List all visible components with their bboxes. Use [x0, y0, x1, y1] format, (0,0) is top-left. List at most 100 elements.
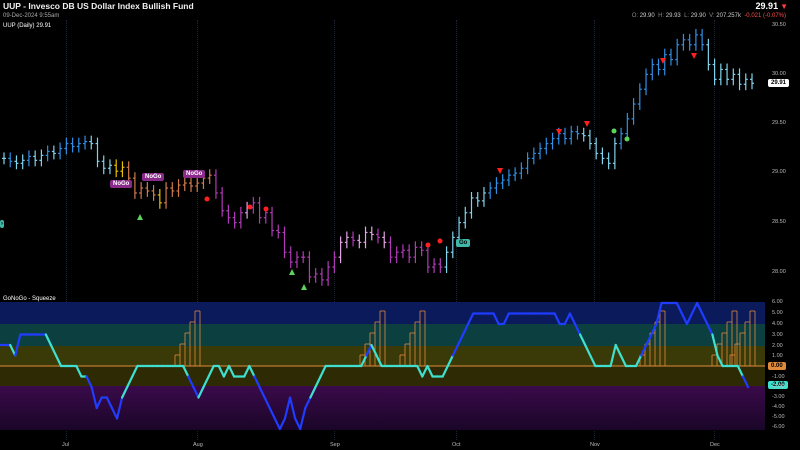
red-triangle-marker: [497, 168, 503, 174]
price-bar: [668, 48, 673, 66]
x-tick-label: Nov: [590, 442, 600, 448]
price-bar: [20, 154, 25, 170]
osc-ytick: 5.00: [772, 310, 783, 316]
green-dot-marker: [611, 128, 617, 134]
price-bar: [189, 177, 193, 192]
price-bar: [2, 152, 6, 165]
price-bar: [450, 231, 455, 259]
price-bar: [226, 204, 231, 224]
price-ytick: 30.50: [772, 22, 786, 28]
price-bar: [718, 63, 723, 86]
price-bar: [469, 191, 474, 219]
osc-ytick: -5.00: [772, 414, 785, 420]
price-bar: [475, 191, 480, 207]
green-triangle-marker: [301, 284, 307, 290]
price-bar: [114, 159, 119, 178]
price-bar: [444, 246, 449, 273]
price-badge: 29.91: [768, 79, 790, 87]
price-bar: [145, 182, 150, 197]
osc-ytick: -6.00: [772, 424, 785, 430]
price-bar: [525, 152, 530, 175]
price-bar: [693, 28, 698, 51]
green-triangle-marker: [137, 214, 143, 220]
red-dot-marker: [425, 242, 431, 248]
price-bar: [506, 169, 511, 187]
price-bar: [58, 142, 63, 160]
price-bar: [650, 58, 655, 81]
price-bar: [407, 244, 412, 264]
price-bar: [294, 251, 299, 269]
price-bar: [656, 58, 661, 76]
price-bar: [120, 161, 125, 178]
price-bar: [706, 38, 711, 71]
price-bar: [569, 125, 574, 145]
red-dot-marker: [263, 206, 269, 212]
price-bar: [64, 137, 69, 155]
price-bar: [400, 244, 405, 259]
price-bar: [357, 234, 362, 249]
price-bar: [563, 127, 567, 145]
green-dot-marker: [624, 136, 630, 142]
price-bar: [594, 137, 599, 160]
price-bar: [319, 268, 324, 286]
price-bar: [413, 241, 418, 264]
price-bar: [176, 179, 181, 197]
price-bar: [338, 236, 343, 264]
x-tick-label: Jul: [62, 442, 70, 448]
price-bar: [164, 182, 169, 209]
price-bar: [425, 244, 430, 273]
price-bar: [725, 63, 730, 86]
osc-ytick: 4.00: [772, 321, 783, 327]
osc-ytick: 3.00: [772, 332, 783, 338]
price-bar: [606, 152, 611, 170]
price-bar: [544, 137, 549, 155]
price-bar: [681, 33, 686, 51]
left-edge-go-badge: ›: [0, 220, 4, 228]
price-bar: [51, 145, 56, 160]
price-bar: [14, 155, 19, 170]
price-bar: [139, 182, 144, 199]
price-bar: [351, 231, 356, 247]
price-bar: [276, 224, 281, 239]
price-bar: [83, 135, 88, 150]
price-bar: [326, 261, 331, 286]
osc-ytick: -1.00: [772, 374, 785, 380]
price-bar: [394, 246, 399, 264]
osc-band-lower: [0, 366, 765, 386]
price-bar: [282, 226, 287, 259]
price-bar: [438, 258, 443, 273]
price-bar: [170, 182, 175, 197]
gonogo-chart: [0, 28, 765, 431]
price-bar: [107, 159, 112, 175]
price-bar: [251, 196, 256, 214]
price-bar: [288, 246, 293, 269]
price-bar: [313, 268, 318, 283]
price-bar: [33, 150, 38, 167]
red-dot-marker: [437, 238, 443, 244]
price-ytick: 28.00: [772, 269, 786, 275]
nogo-label-1: NoGo: [110, 180, 133, 188]
red-triangle-marker: [691, 53, 697, 59]
price-bar: [369, 226, 374, 241]
price-ytick: 30.00: [772, 71, 786, 77]
price-bar: [481, 187, 486, 207]
price-bar: [538, 142, 543, 160]
price-bar: [700, 28, 705, 51]
osc-band-top: [0, 302, 765, 324]
nogo-label-3: NoGo: [183, 170, 206, 178]
price-bar: [151, 185, 156, 201]
price-bar: [245, 201, 250, 219]
price-bar: [737, 68, 742, 91]
price-bar: [519, 162, 524, 180]
price-bar: [625, 112, 630, 140]
price-bar: [301, 251, 306, 264]
price-ytick: 28.50: [772, 219, 786, 225]
price-bar: [612, 137, 617, 170]
price-bar: [238, 206, 243, 229]
nogo-label-2: NoGo: [142, 173, 165, 181]
price-bar: [213, 169, 218, 199]
price-bar: [631, 98, 636, 125]
x-tick-label: Aug: [193, 442, 203, 448]
price-bar: [488, 182, 493, 199]
price-bar: [550, 132, 555, 150]
